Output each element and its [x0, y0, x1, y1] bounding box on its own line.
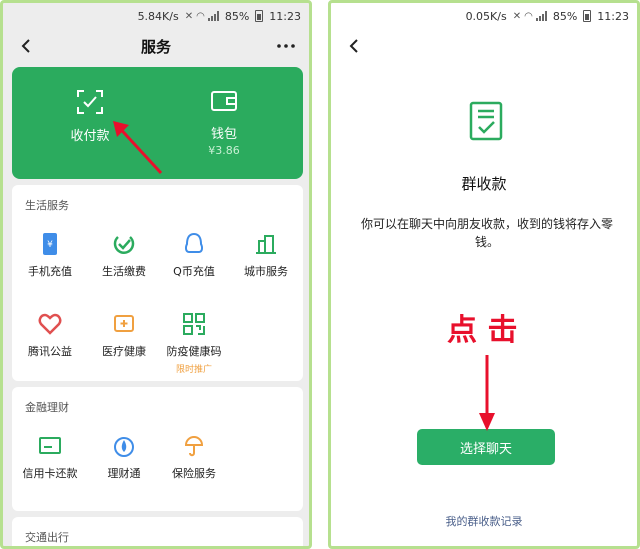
heart-icon [37, 311, 63, 337]
clock: 11:23 [269, 9, 301, 23]
clock: 11:23 [597, 9, 629, 23]
drop-icon [111, 433, 137, 459]
chevron-left-icon [349, 39, 358, 53]
mute-icon: ✕ [184, 10, 194, 22]
document-check-icon [469, 101, 503, 141]
service-medical-health[interactable]: 医疗健康 [88, 311, 160, 359]
service-label: 腾讯公益 [28, 345, 72, 358]
page-title: 服务 [140, 37, 171, 56]
annotation-arrow-up [113, 121, 163, 175]
phone-icon: ¥ [37, 231, 63, 257]
service-label: 城市服务 [244, 265, 288, 278]
page-title: 群收款 [461, 175, 507, 193]
battery-icon [255, 10, 264, 22]
service-qcoin-recharge[interactable]: Q币充值 [158, 231, 230, 279]
wifi-icon: ◠ [196, 10, 205, 22]
service-label: 防疫健康码 [166, 345, 222, 358]
nav-bar [331, 29, 637, 63]
battery-icon [583, 10, 592, 22]
section-title: 交通出行 [25, 531, 69, 544]
signal-icon [535, 11, 547, 21]
right-screen: 0.05K/s ✕ ◠ 85% 11:23 群收款 你可以在聊天中向朋友收款，收… [328, 0, 640, 549]
chevron-left-icon [21, 39, 30, 53]
status-bar: 0.05K/s ✕ ◠ 85% 11:23 [331, 3, 637, 29]
annotation-arrow-down [479, 355, 495, 431]
svg-text:¥: ¥ [47, 240, 53, 250]
service-label: 医疗健康 [102, 345, 146, 358]
back-button[interactable] [13, 33, 39, 59]
wallet-balance: ¥3.86 [208, 144, 240, 157]
description: 你可以在聊天中向朋友收款，收到的钱将存入零钱。 [360, 217, 613, 249]
service-label: 生活缴费 [102, 265, 146, 278]
service-label: 信用卡还款 [22, 467, 78, 480]
life-services-section: 生活服务 ¥ 手机充值 生活缴费 Q币充值 城市服务 腾讯公益 医疗健康 防疫健… [12, 185, 303, 381]
building-icon [253, 231, 279, 257]
promo-tag: 限时推广 [175, 365, 212, 375]
transport-section: 交通出行 [12, 517, 303, 546]
battery-level: 85% [552, 9, 578, 23]
status-icons: ✕ ◠ [185, 11, 219, 22]
nav-bar: 服务 [3, 29, 309, 63]
network-speed: 0.05K/s [465, 9, 507, 23]
wallet-button[interactable]: 钱包 ¥3.86 [174, 89, 274, 157]
wifi-icon: ◠ [524, 10, 533, 22]
network-speed: 5.84K/s [137, 9, 179, 23]
umbrella-hand-icon [181, 433, 207, 459]
service-utility-bills[interactable]: 生活缴费 [88, 231, 160, 279]
section-title: 金融理财 [25, 401, 69, 414]
service-insurance[interactable]: 保险服务 [158, 433, 230, 481]
service-health-code[interactable]: 防疫健康码 限时推广 [158, 311, 230, 375]
my-records-link[interactable]: 我的群收款记录 [331, 513, 637, 529]
service-phone-recharge[interactable]: ¥ 手机充值 [14, 231, 86, 279]
qr-code-icon [181, 311, 207, 337]
more-dots-icon [277, 44, 295, 48]
service-credit-card-repay[interactable]: 信用卡还款 [14, 433, 86, 481]
check-leaf-icon [111, 231, 137, 257]
section-title: 生活服务 [25, 199, 69, 212]
battery-level: 85% [224, 9, 250, 23]
annotation-click: 点 击 [447, 313, 518, 348]
select-chat-button[interactable]: 选择聊天 [417, 429, 555, 465]
back-button[interactable] [341, 33, 367, 59]
service-tencent-charity[interactable]: 腾讯公益 [14, 311, 86, 359]
mute-icon: ✕ [512, 10, 522, 22]
medical-icon [111, 311, 137, 337]
credit-card-icon [37, 433, 63, 459]
service-label: 手机充值 [28, 265, 72, 278]
scan-check-icon [77, 90, 103, 114]
service-wealth[interactable]: 理财通 [88, 433, 160, 481]
signal-icon [207, 11, 219, 21]
status-icons: ✕ ◠ [513, 11, 547, 22]
service-city-services[interactable]: 城市服务 [230, 231, 302, 279]
wallet-label: 钱包 [210, 127, 237, 142]
penguin-icon [181, 231, 207, 257]
service-label: 保险服务 [172, 467, 216, 480]
wallet-icon [211, 91, 237, 111]
finance-section: 金融理财 信用卡还款 理财通 保险服务 [12, 387, 303, 511]
service-label: Q币充值 [173, 265, 215, 278]
left-screen: 5.84K/s ✕ ◠ 85% 11:23 服务 收付款 钱包 ¥3.86 生活… [0, 0, 312, 549]
service-label: 理财通 [107, 467, 141, 480]
status-bar: 5.84K/s ✕ ◠ 85% 11:23 [3, 3, 309, 29]
more-button[interactable] [271, 33, 301, 59]
